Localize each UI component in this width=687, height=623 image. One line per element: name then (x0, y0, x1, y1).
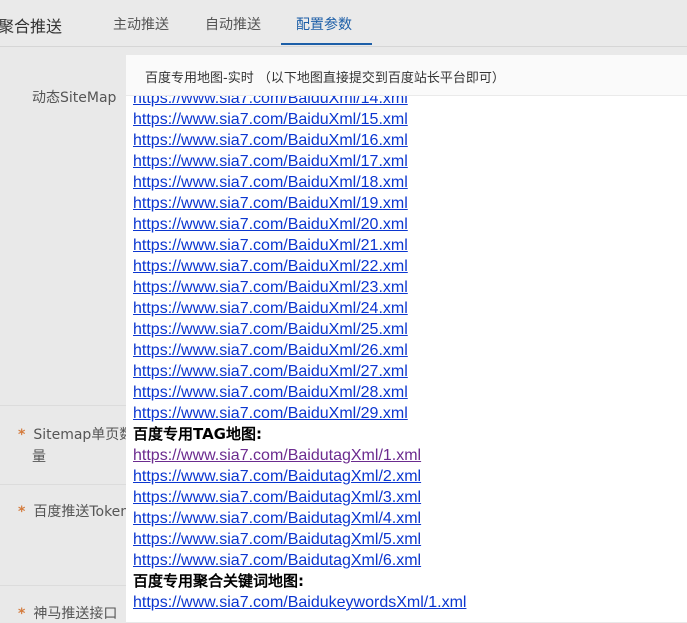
divider (0, 484, 135, 485)
required-mark: * (18, 504, 26, 520)
modal-header: 百度专用地图-实时 （以下地图直接提交到百度站长平台即可） (126, 55, 687, 96)
tag-sitemap-heading: 百度专用TAG地图: (133, 425, 262, 443)
list-item: https://www.sia7.com/BaiduXml/19.xml (133, 193, 466, 214)
list-item: https://www.sia7.com/BaiduXml/16.xml (133, 130, 466, 151)
sitemap-link[interactable]: https://www.sia7.com/BaiduXml/25.xml (133, 321, 408, 338)
list-item: https://www.sia7.com/BaidutagXml/6.xml (133, 550, 466, 571)
list-item: https://www.sia7.com/BaiduXml/29.xml (133, 403, 466, 424)
sitemap-link[interactable]: https://www.sia7.com/BaiduXml/20.xml (133, 216, 408, 233)
top-bar: 聚合推送 主动推送 自动推送 配置参数 (0, 0, 687, 47)
sitemap-link[interactable]: https://www.sia7.com/BaiduXml/17.xml (133, 153, 408, 170)
sitemap-per-page-label: * Sitemap单页数 (18, 427, 134, 443)
sitemap-link[interactable]: https://www.sia7.com/BaidutagXml/3.xml (133, 489, 421, 506)
required-mark: * (18, 427, 26, 443)
sitemap-link[interactable]: https://www.sia7.com/BaidutagXml/2.xml (133, 468, 421, 485)
baidu-token-label: * 百度推送Token (18, 504, 130, 520)
sitemap-link[interactable]: https://www.sia7.com/BaiduXml/29.xml (133, 405, 408, 422)
list-item: https://www.sia7.com/BaidutagXml/3.xml (133, 487, 466, 508)
sitemap-link[interactable]: https://www.sia7.com/BaiduXml/23.xml (133, 279, 408, 296)
divider (0, 405, 135, 406)
keywords-sitemap-heading: 百度专用聚合关键词地图: (133, 572, 304, 590)
sitemap-link[interactable]: https://www.sia7.com/BaiduXml/14.xml (133, 96, 408, 107)
sitemap-link-list: https://www.sia7.com/BaiduXml/14.xml htt… (133, 96, 466, 613)
list-item: https://www.sia7.com/BaiduXml/27.xml (133, 361, 466, 382)
sitemap-link[interactable]: https://www.sia7.com/BaiduXml/28.xml (133, 384, 408, 401)
list-item: https://www.sia7.com/BaiduXml/24.xml (133, 298, 466, 319)
list-item: https://www.sia7.com/BaidutagXml/2.xml (133, 466, 466, 487)
sitemap-link[interactable]: https://www.sia7.com/BaiduXml/24.xml (133, 300, 408, 317)
list-item: https://www.sia7.com/BaiduXml/23.xml (133, 277, 466, 298)
required-mark: * (18, 606, 26, 622)
sitemap-per-page-label-cont: 量 (32, 449, 46, 465)
list-item: https://www.sia7.com/BaiduXml/15.xml (133, 109, 466, 130)
sitemap-link[interactable]: https://www.sia7.com/BaiduXml/18.xml (133, 174, 408, 191)
sitemap-link[interactable]: https://www.sia7.com/BaiduXml/15.xml (133, 111, 408, 128)
list-item: https://www.sia7.com/BaiduXml/26.xml (133, 340, 466, 361)
sitemap-link[interactable]: https://www.sia7.com/BaiduXml/26.xml (133, 342, 408, 359)
list-item: https://www.sia7.com/BaiduXml/28.xml (133, 382, 466, 403)
sitemap-link[interactable]: https://www.sia7.com/BaidutagXml/1.xml (133, 447, 421, 464)
sitemap-link[interactable]: https://www.sia7.com/BaiduXml/21.xml (133, 237, 408, 254)
sitemap-link[interactable]: https://www.sia7.com/BaidutagXml/4.xml (133, 510, 421, 527)
list-item: https://www.sia7.com/BaidutagXml/5.xml (133, 529, 466, 550)
tab-config-params[interactable]: 配置参数 (296, 14, 352, 34)
sitemap-link[interactable]: https://www.sia7.com/BaidukeywordsXml/1.… (133, 594, 466, 611)
active-tab-indicator (281, 43, 372, 45)
list-item: https://www.sia7.com/BaiduXml/18.xml (133, 172, 466, 193)
tab-auto-push[interactable]: 自动推送 (205, 14, 261, 34)
modal-body[interactable]: https://www.sia7.com/BaiduXml/14.xml htt… (126, 96, 687, 622)
sitemap-link[interactable]: https://www.sia7.com/BaiduXml/27.xml (133, 363, 408, 380)
dynamic-sitemap-label: 动态SiteMap (32, 90, 117, 106)
sitemap-link[interactable]: https://www.sia7.com/BaiduXml/22.xml (133, 258, 408, 275)
sitemap-link[interactable]: https://www.sia7.com/BaidutagXml/5.xml (133, 531, 421, 548)
modal-title: 百度专用地图-实时 （以下地图直接提交到百度站长平台即可） (145, 71, 505, 86)
shenma-push-label: * 神马推送接口 (18, 606, 118, 622)
list-item: https://www.sia7.com/BaiduXml/22.xml (133, 256, 466, 277)
list-item: https://www.sia7.com/BaiduXml/20.xml (133, 214, 466, 235)
list-item: https://www.sia7.com/BaiduXml/21.xml (133, 235, 466, 256)
tab-active-push[interactable]: 主动推送 (113, 14, 169, 34)
list-item: https://www.sia7.com/BaiduXml/17.xml (133, 151, 466, 172)
divider (0, 585, 135, 586)
sitemap-link[interactable]: https://www.sia7.com/BaiduXml/19.xml (133, 195, 408, 212)
sitemap-link[interactable]: https://www.sia7.com/BaiduXml/16.xml (133, 132, 408, 149)
list-item: https://www.sia7.com/BaiduXml/25.xml (133, 319, 466, 340)
list-item: https://www.sia7.com/BaiduXml/14.xml (133, 96, 466, 109)
list-item: https://www.sia7.com/BaidutagXml/1.xml (133, 445, 466, 466)
sitemap-link[interactable]: https://www.sia7.com/BaidutagXml/6.xml (133, 552, 421, 569)
page-title: 聚合推送 (0, 17, 63, 36)
list-item: https://www.sia7.com/BaidukeywordsXml/1.… (133, 592, 466, 613)
sitemap-modal: 百度专用地图-实时 （以下地图直接提交到百度站长平台即可） https://ww… (126, 55, 687, 622)
list-item: https://www.sia7.com/BaidutagXml/4.xml (133, 508, 466, 529)
